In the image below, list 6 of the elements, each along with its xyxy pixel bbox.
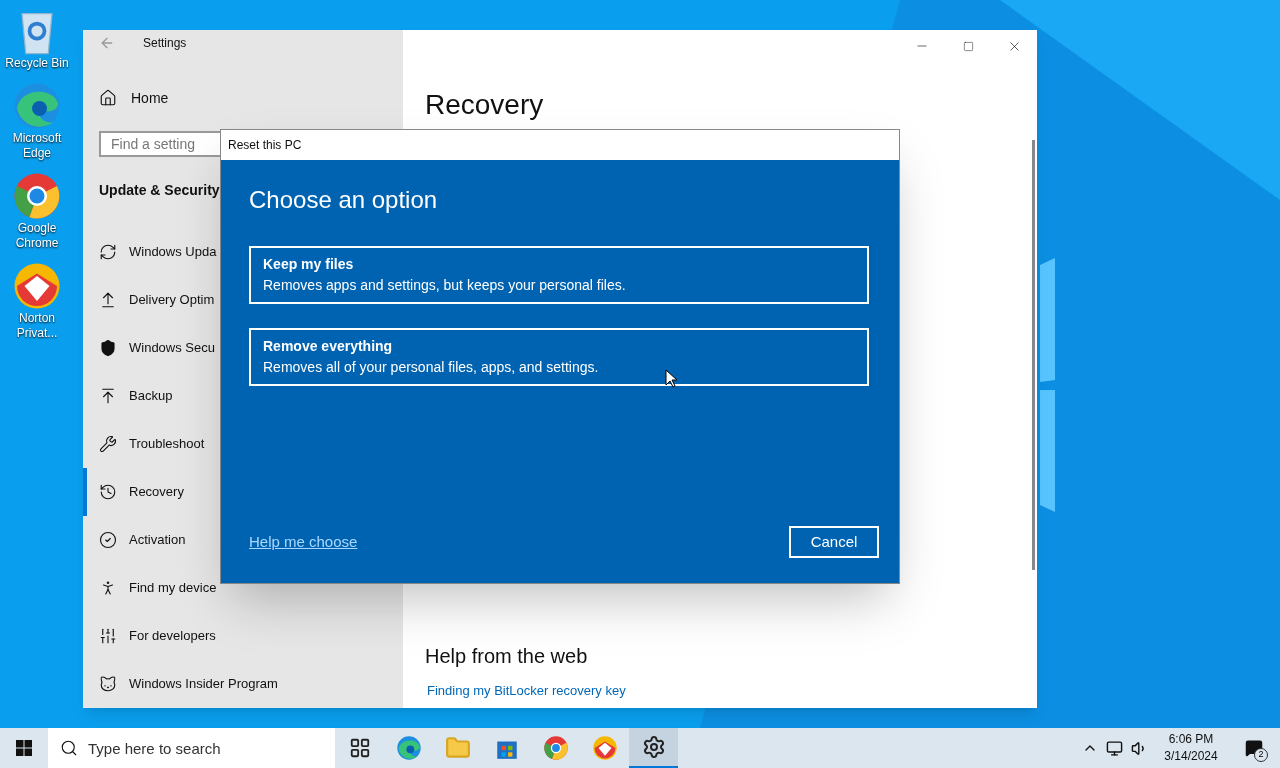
dialog-heading: Choose an option [249,185,439,215]
window-title: Settings [143,34,187,52]
dialog-title: Reset this PC [228,137,302,154]
page-title: Recovery [424,88,545,122]
section-heading: Help from the web [424,643,589,669]
section-heading: Update & Security [99,181,220,200]
